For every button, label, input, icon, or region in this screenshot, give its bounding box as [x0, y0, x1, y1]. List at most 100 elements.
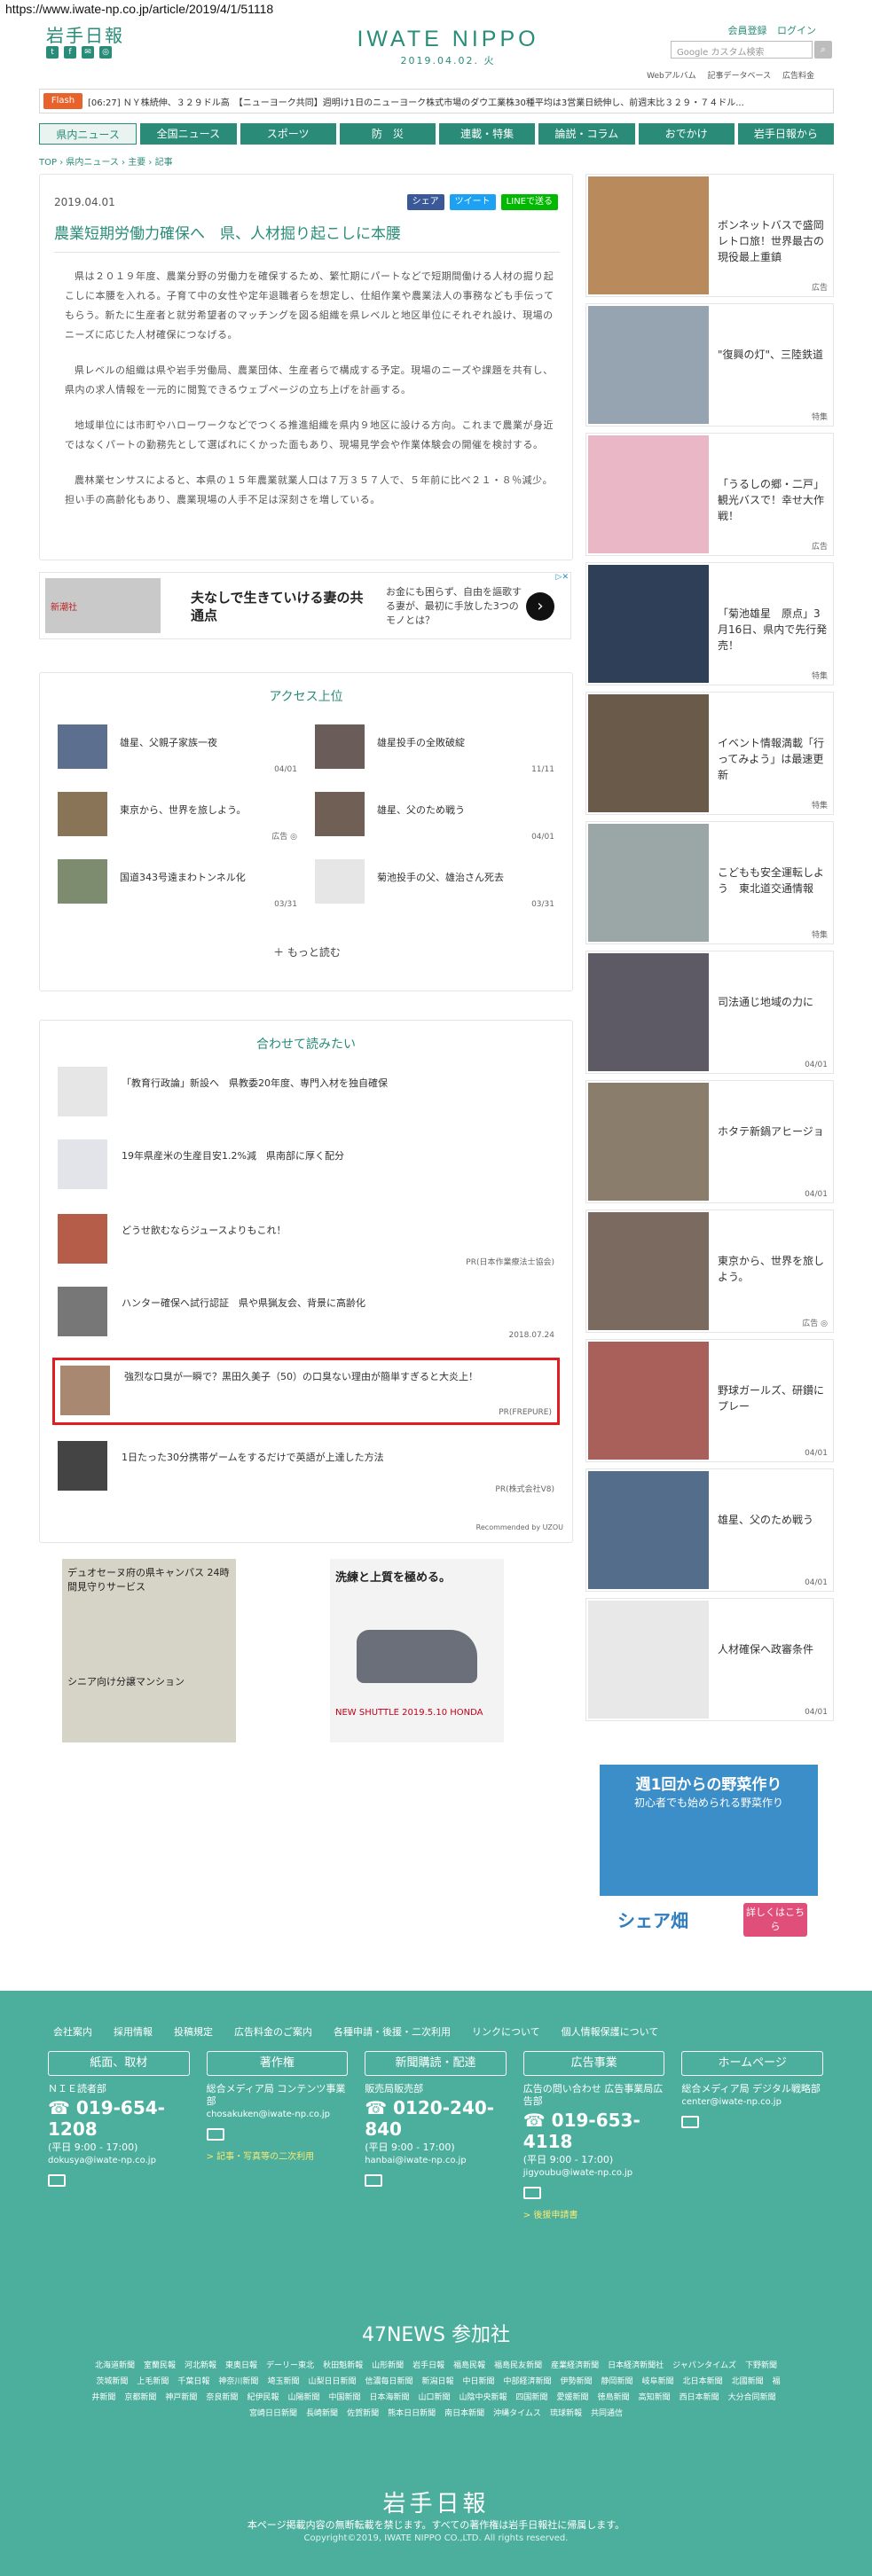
sidebar-item[interactable]: 司法通じ地域の力に 04/01 — [585, 951, 834, 1074]
side-ad-button[interactable]: 詳しくはこちら — [743, 1903, 807, 1937]
related-item[interactable]: どうせ飲むならジュースよりもこれ！ PR(日本作業療法士協会) — [58, 1214, 554, 1269]
footer-email[interactable]: jigyoubu@iwate-np.co.jp — [523, 2168, 665, 2178]
related-item-highlighted[interactable]: 強烈な口臭が一瞬で？黒田久美子（50）の口臭ない理由が簡単すぎると大炎上！ PR… — [52, 1358, 560, 1425]
rank-item[interactable]: 雄星、父親子家族一夜 04/01 — [58, 724, 297, 774]
member-paper-link[interactable]: 東奥日報 — [225, 2361, 257, 2370]
nav-sports[interactable]: スポーツ — [240, 123, 336, 145]
member-paper-link[interactable]: 神奈川新聞 — [218, 2377, 258, 2386]
member-paper-link[interactable]: 大分合同新聞 — [728, 2393, 776, 2402]
member-paper-link[interactable]: 茨城新聞 — [96, 2377, 128, 2386]
rank-item[interactable]: 雄星、父のため戦う 04/01 — [315, 792, 554, 842]
member-paper-link[interactable]: 新潟日報 — [421, 2377, 453, 2386]
sidebar-item[interactable]: ボンネットバスで盛岡レトロ旅！世界最古の現役最上重鎮 広告 — [585, 174, 834, 297]
sidebar-item[interactable]: 東京から、世界を旅しよう。 広告 ◎ — [585, 1210, 834, 1333]
member-paper-link[interactable]: 埼玉新聞 — [267, 2377, 299, 2386]
sidebar-item[interactable]: "復興の灯"、三陸鉄道 特集 — [585, 303, 834, 427]
footer-link[interactable]: 会社案内 — [53, 2024, 92, 2039]
rank-item[interactable]: 国道343号遠まわトンネル化 03/31 — [58, 859, 297, 909]
member-paper-link[interactable]: 四国新聞 — [516, 2393, 548, 2402]
mail-icon[interactable]: ✉ — [82, 46, 94, 59]
login-link[interactable]: ログイン — [777, 25, 816, 36]
ad-choices-icon[interactable]: ▷✕ — [556, 573, 569, 582]
footer-email[interactable]: center@iwate-np.co.jp — [681, 2097, 823, 2107]
member-paper-link[interactable]: 信濃毎日新聞 — [365, 2377, 412, 2386]
footer-secondary-link[interactable]: > 後援申請書 — [523, 2207, 665, 2220]
facebook-share-button[interactable]: シェア — [406, 194, 444, 210]
nav-disaster[interactable]: 防 災 — [339, 123, 436, 145]
bottom-ad-left[interactable]: デュオセーヌ府の県キャンパス 24時間見守りサービス シニア向け分譲マンション — [62, 1559, 236, 1742]
nav-from-iwate[interactable]: 岩手日報から — [737, 123, 834, 145]
member-paper-link[interactable]: 徳島新聞 — [598, 2393, 630, 2402]
member-paper-link[interactable]: 日本海新聞 — [369, 2393, 409, 2402]
member-paper-link[interactable]: 下野新聞 — [745, 2361, 777, 2370]
crumb-main[interactable]: 主要 — [128, 158, 145, 168]
47news-title[interactable]: 47NEWS 参加社 — [0, 2319, 872, 2347]
member-paper-link[interactable]: 西日本新聞 — [680, 2393, 719, 2402]
nav-editorial[interactable]: 論説・コラム — [538, 123, 635, 145]
member-paper-link[interactable]: 伊勢新聞 — [561, 2377, 593, 2386]
member-paper-link[interactable]: 佐賀新聞 — [347, 2409, 379, 2418]
mail-icon[interactable] — [48, 2174, 66, 2187]
member-paper-link[interactable]: 産業経済新聞 — [551, 2361, 599, 2370]
sidebar-item[interactable]: イベント情報満載「行ってみよう」は最速更新 特集 — [585, 692, 834, 815]
member-paper-link[interactable]: 北日本新聞 — [683, 2377, 723, 2386]
phone-number[interactable]: ☎ 019-653-4118 — [523, 2110, 665, 2152]
member-paper-link[interactable]: 共同通信 — [591, 2409, 623, 2418]
more-button[interactable]: ＋ もっと読む — [40, 944, 574, 959]
member-paper-link[interactable]: デーリー東北 — [266, 2361, 314, 2370]
search-input[interactable]: Google カスタム検索 — [671, 41, 813, 59]
member-paper-link[interactable]: 琉球新報 — [550, 2409, 582, 2418]
member-paper-link[interactable]: 岩手日報 — [412, 2361, 444, 2370]
mail-icon[interactable] — [522, 2187, 541, 2199]
member-paper-link[interactable]: 千葉日報 — [177, 2377, 209, 2386]
rank-item[interactable]: 菊池投手の父、雄治さん死去 03/31 — [315, 859, 554, 909]
member-paper-link[interactable]: 中部経済新聞 — [504, 2377, 552, 2386]
member-paper-link[interactable]: 山口新聞 — [419, 2393, 451, 2402]
member-paper-link[interactable]: 奈良新聞 — [206, 2393, 238, 2402]
sidebar-item[interactable]: 人材確保へ政審条件 04/01 — [585, 1598, 834, 1721]
nav-features[interactable]: 連載・特集 — [439, 123, 536, 145]
sidebar-item[interactable]: ホタテ新鍋アヒージョ 04/01 — [585, 1080, 834, 1203]
sidebar-item[interactable]: 「菊池雄星 原点」3月16日、県内で先行発売！ 特集 — [585, 562, 834, 685]
arrow-right-icon[interactable]: › — [526, 592, 554, 621]
sidebar-item[interactable]: こどもも安全運転しよう 東北道交通情報 特集 — [585, 821, 834, 944]
member-paper-link[interactable]: 岐阜新聞 — [642, 2377, 674, 2386]
footer-link[interactable]: 個人情報保護について — [562, 2024, 659, 2039]
rank-item[interactable]: 東京から、世界を旅しよう。 広告 ◎ — [58, 792, 297, 842]
footer-link[interactable]: 投稿規定 — [174, 2024, 213, 2039]
member-paper-link[interactable]: 中国新聞 — [328, 2393, 360, 2402]
mail-icon[interactable] — [681, 2116, 700, 2128]
database-link[interactable]: 記事データベース — [708, 72, 772, 81]
instagram-icon[interactable]: ◎ — [99, 46, 112, 59]
ad-banner[interactable]: 新潮社 夫なしで生きていける妻の共通点 お金にも困らず、自由を謳歌する妻が、最初… — [39, 572, 571, 639]
mail-icon[interactable] — [206, 2128, 224, 2141]
footer-logo[interactable]: 岩手日報 — [0, 2486, 872, 2518]
rank-item[interactable]: 雄星投手の全敗破綻 11/11 — [315, 724, 554, 774]
member-paper-link[interactable]: 福島民報 — [453, 2361, 485, 2370]
site-title[interactable]: IWATE NIPPO — [346, 27, 550, 52]
member-paper-link[interactable]: 室蘭民報 — [144, 2361, 176, 2370]
related-item[interactable]: 「教育行政論」新設へ 県教委20年度、専門入材を独自確保 — [58, 1067, 554, 1122]
member-paper-link[interactable]: 福島民友新聞 — [494, 2361, 542, 2370]
web-album-link[interactable]: Webアルバム — [647, 72, 696, 81]
footer-secondary-link[interactable]: > 記事・写真等の二次利用 — [207, 2149, 349, 2162]
related-item[interactable]: 19年県産米の生産目安1.2%減 県南部に厚く配分 — [58, 1139, 554, 1194]
member-paper-link[interactable]: 河北新報 — [185, 2361, 216, 2370]
member-paper-link[interactable]: 上毛新聞 — [137, 2377, 169, 2386]
member-paper-link[interactable]: 山形新聞 — [372, 2361, 404, 2370]
twitter-icon[interactable]: t — [46, 46, 59, 59]
footer-link[interactable]: 各種申請・後援・二次利用 — [334, 2024, 451, 2039]
sidebar-item[interactable]: 雄星、父のため戦う 04/01 — [585, 1468, 834, 1592]
nav-local-news[interactable]: 県内ニュース — [39, 123, 137, 145]
member-paper-link[interactable]: 神戸新聞 — [165, 2393, 197, 2402]
ad-rates-link[interactable]: 広告料金 — [782, 72, 814, 81]
related-item[interactable]: ハンター確保へ試行認証 県や県猟友会、背景に高齢化 2018.07.24 — [58, 1287, 554, 1342]
member-paper-link[interactable]: 山陰中央新報 — [460, 2393, 507, 2402]
member-paper-link[interactable]: ジャパンタイムズ — [672, 2361, 736, 2370]
member-paper-link[interactable]: 愛媛新聞 — [557, 2393, 589, 2402]
phone-number[interactable]: ☎ 019-654-1208 — [48, 2097, 190, 2140]
member-paper-link[interactable]: 紀伊民報 — [247, 2393, 279, 2402]
sidebar-item[interactable]: 野球ガールズ、研鑽にプレー 04/01 — [585, 1339, 834, 1462]
member-paper-link[interactable]: 静岡新聞 — [601, 2377, 633, 2386]
search-icon[interactable]: ⌕ — [814, 41, 832, 59]
